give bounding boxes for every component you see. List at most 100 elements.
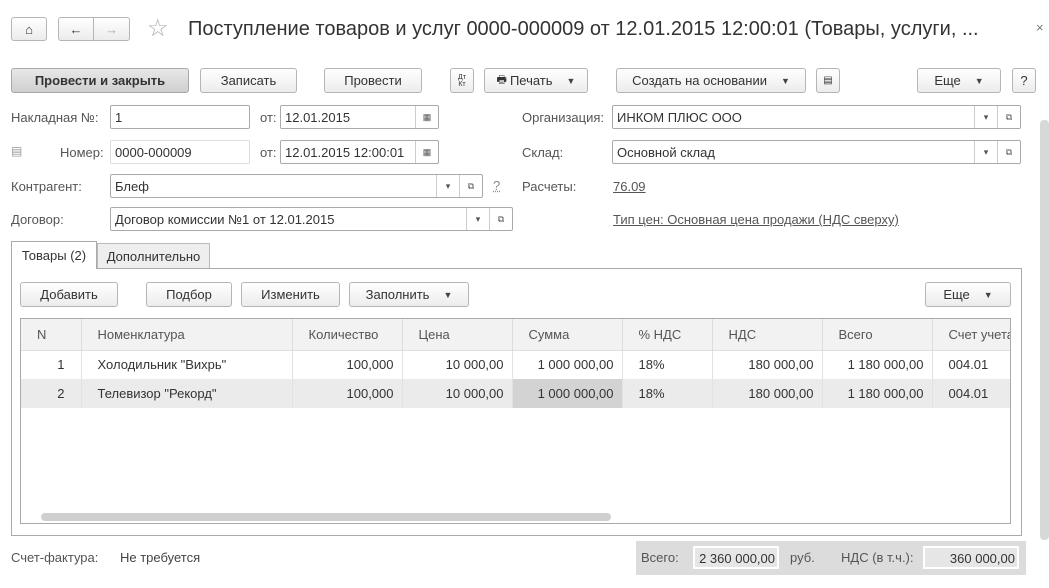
cell-total[interactable]: 1 180 000,00 (822, 350, 933, 379)
cell-sum[interactable]: 1 000 000,00 (512, 379, 623, 408)
printer-icon: 🖶 (496, 74, 507, 86)
chevron-down-icon: ▼ (566, 75, 576, 86)
open-icon[interactable]: ⧉ (997, 141, 1020, 163)
column-header-item[interactable]: Номенклатура (81, 319, 293, 351)
cell-item[interactable]: Телевизор "Рекорд" (81, 379, 293, 408)
save-button[interactable]: Записать (200, 68, 297, 93)
column-header-total[interactable]: Всего (822, 319, 933, 351)
close-icon[interactable]: × (1036, 20, 1044, 35)
open-icon[interactable]: ⧉ (997, 106, 1020, 128)
number-date-input[interactable]: 12.01.2015 12:00:01 ▦ (280, 140, 439, 164)
open-icon[interactable]: ⧉ (489, 208, 512, 230)
total-label: Всего: (641, 550, 679, 565)
invoice-label: Накладная №: (11, 110, 99, 125)
counterparty-value: Блеф (115, 178, 149, 194)
table-row[interactable]: 2 Телевизор "Рекорд" 100,000 10 000,00 1… (21, 379, 1010, 408)
add-button[interactable]: Добавить (20, 282, 118, 307)
arrow-right-icon: → (105, 21, 118, 37)
number-input[interactable]: 0000-000009 (110, 140, 250, 164)
from-label-2: от: (260, 145, 277, 160)
vat-label: НДС (в т.ч.): (841, 550, 914, 565)
chevron-down-icon[interactable]: ▾ (436, 175, 459, 197)
settlements-link[interactable]: 76.09 (613, 179, 646, 194)
column-header-vat-rate[interactable]: % НДС (622, 319, 713, 351)
cell-price[interactable]: 10 000,00 (402, 350, 513, 379)
number-value: 0000-000009 (115, 144, 192, 160)
warehouse-input[interactable]: Основной склад ▾ ⧉ (612, 140, 1021, 164)
post-button[interactable]: Провести (324, 68, 422, 93)
contract-input[interactable]: Договор комиссии №1 от 12.01.2015 ▾ ⧉ (110, 207, 513, 231)
grid-more-button[interactable]: Еще ▼ (925, 282, 1011, 307)
column-header-account[interactable]: Счет учета (932, 319, 1010, 351)
tab-goods[interactable]: Товары (2) (11, 241, 97, 269)
grid-more-label: Еще (943, 287, 970, 302)
cell-account[interactable]: 004.01 (932, 350, 1010, 379)
cell-price[interactable]: 10 000,00 (402, 379, 513, 408)
total-value: 2 360 000,00 (693, 546, 779, 569)
favorite-star-icon[interactable]: ☆ (147, 14, 169, 43)
column-header-sum[interactable]: Сумма (512, 319, 623, 351)
tab-additional-label: Дополнительно (106, 248, 201, 264)
cell-sum[interactable]: 1 000 000,00 (512, 350, 623, 379)
tax-invoice-label: Счет-фактура: (11, 550, 99, 565)
dtkt-button[interactable]: Дт Кт (450, 68, 474, 93)
fill-label: Заполнить (365, 287, 430, 302)
tab-additional[interactable]: Дополнительно (97, 243, 210, 268)
invoice-date-input[interactable]: 12.01.2015 ▦ (280, 105, 439, 129)
from-label: от: (260, 110, 277, 125)
cell-vat-rate[interactable]: 18% (622, 350, 713, 379)
print-button[interactable]: 🖶 Печать ▼ (484, 68, 588, 93)
chevron-down-icon[interactable]: ▾ (974, 141, 997, 163)
dtkt-icon: Дт Кт (458, 73, 466, 88)
contract-label: Договор: (11, 212, 64, 227)
open-icon[interactable]: ⧉ (459, 175, 482, 197)
help-question-link[interactable]: ? (493, 178, 500, 193)
create-based-button[interactable]: Создать на основании ▼ (616, 68, 806, 93)
home-button[interactable]: ⌂ (11, 17, 47, 41)
tab-goods-label: Товары (2) (21, 248, 87, 263)
column-header-quantity[interactable]: Количество (292, 319, 403, 351)
organization-label: Организация: (522, 110, 605, 125)
organization-input[interactable]: ИНКОМ ПЛЮС ООО ▾ ⧉ (612, 105, 1021, 129)
contract-value: Договор комиссии №1 от 12.01.2015 (115, 211, 335, 227)
calendar-icon[interactable]: ▦ (415, 141, 438, 163)
cell-n[interactable]: 1 (21, 350, 82, 379)
print-label: Печать (509, 73, 553, 88)
vertical-scrollbar[interactable] (1040, 120, 1049, 540)
help-button[interactable]: ? (1012, 68, 1036, 93)
table-row[interactable]: 1 Холодильник "Вихрь" 100,000 10 000,00 … (21, 350, 1010, 379)
cell-quantity[interactable]: 100,000 (292, 379, 403, 408)
column-header-n[interactable]: N (21, 319, 82, 351)
back-button[interactable]: ← (58, 17, 94, 41)
pick-button[interactable]: Подбор (146, 282, 232, 307)
cell-account[interactable]: 004.01 (932, 379, 1010, 408)
cell-vat[interactable]: 180 000,00 (712, 379, 823, 408)
cell-item[interactable]: Холодильник "Вихрь" (81, 350, 293, 379)
price-type-link[interactable]: Тип цен: Основная цена продажи (НДС свер… (613, 212, 899, 227)
counterparty-input[interactable]: Блеф ▾ ⧉ (110, 174, 483, 198)
more-label: Еще (934, 73, 961, 88)
calendar-icon[interactable]: ▦ (415, 106, 438, 128)
cell-total[interactable]: 1 180 000,00 (822, 379, 933, 408)
horizontal-scrollbar[interactable] (41, 513, 611, 521)
column-header-price[interactable]: Цена (402, 319, 513, 351)
fill-button[interactable]: Заполнить ▼ (349, 282, 469, 307)
cell-quantity[interactable]: 100,000 (292, 350, 403, 379)
chevron-down-icon: ▼ (780, 75, 790, 86)
invoice-number-input[interactable]: 1 (110, 105, 250, 129)
chevron-down-icon[interactable]: ▾ (466, 208, 489, 230)
column-header-vat[interactable]: НДС (712, 319, 823, 351)
home-icon: ⌂ (25, 21, 33, 37)
invoice-number-value: 1 (115, 109, 123, 125)
post-and-close-button[interactable]: Провести и закрыть (11, 68, 189, 93)
cell-n[interactable]: 2 (21, 379, 82, 408)
warehouse-label: Склад: (522, 145, 564, 160)
cell-vat[interactable]: 180 000,00 (712, 350, 823, 379)
edit-button[interactable]: Изменить (241, 282, 340, 307)
cell-vat-rate[interactable]: 18% (622, 379, 713, 408)
forward-button[interactable]: → (93, 17, 130, 41)
more-button[interactable]: Еще ▼ (917, 68, 1001, 93)
chevron-down-icon[interactable]: ▾ (974, 106, 997, 128)
report-button[interactable]: ▤ (816, 68, 840, 93)
invoice-date-value: 12.01.2015 (285, 109, 351, 125)
